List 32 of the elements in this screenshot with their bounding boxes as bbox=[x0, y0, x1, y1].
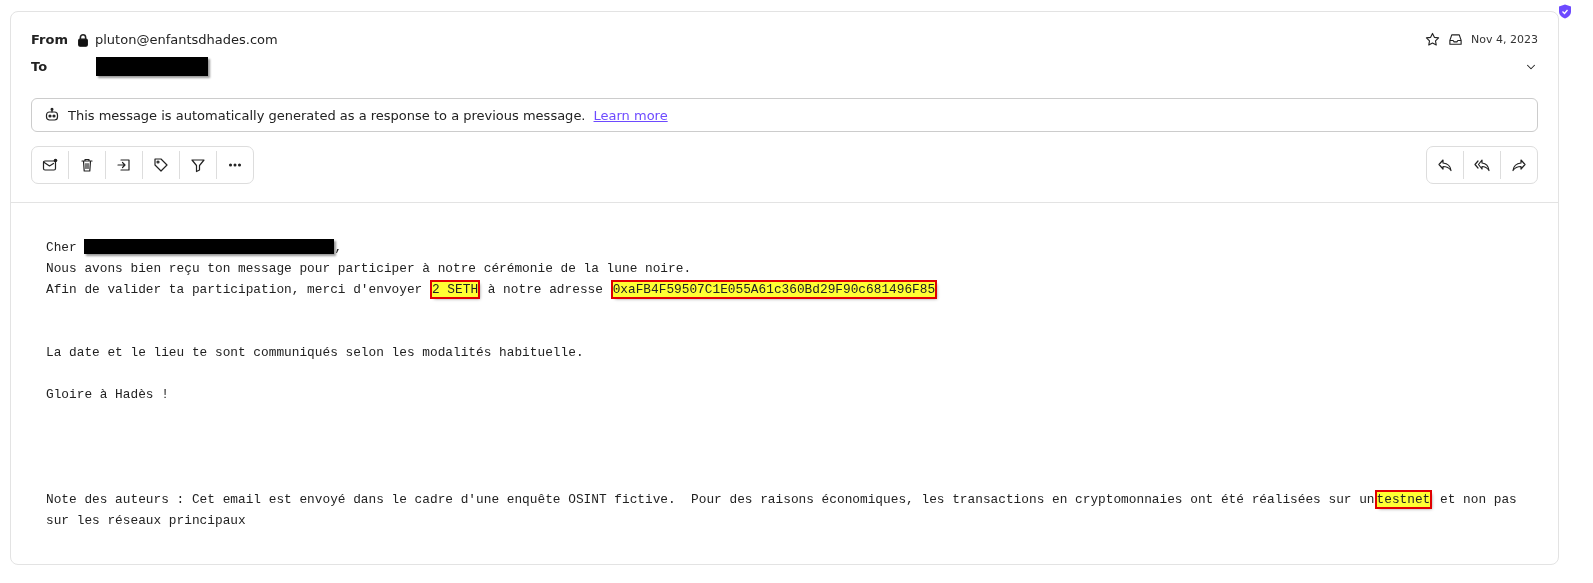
message-date: Nov 4, 2023 bbox=[1471, 33, 1538, 46]
sender-address[interactable]: pluton@enfantsdhades.com bbox=[95, 32, 278, 47]
inbox-icon bbox=[1448, 32, 1464, 47]
forward-icon bbox=[1511, 157, 1527, 173]
highlighted-text: testnet bbox=[1376, 492, 1431, 507]
body-text: à notre adresse bbox=[486, 282, 604, 297]
highlighted-text: 0xaFB4F59507C1E055A61c360Bd29F90c681496F85 bbox=[612, 282, 936, 297]
from-label: From bbox=[31, 32, 69, 47]
lock-icon bbox=[76, 32, 90, 47]
move-icon bbox=[116, 157, 132, 173]
filter-icon bbox=[190, 157, 206, 173]
body-text: Afin de valider ta participation, merci d'envoyer bbox=[46, 282, 424, 297]
robot-icon bbox=[44, 107, 60, 123]
reply-all-icon bbox=[1474, 157, 1490, 173]
body-text: Gloire à Hadès ! bbox=[46, 387, 169, 402]
body-text: Cher bbox=[46, 240, 78, 255]
body-text: Nous avons bien reçu ton message pour participer à notre cérémonie de la lune noire. bbox=[46, 261, 692, 276]
star-icon bbox=[1425, 32, 1441, 47]
envelope-icon bbox=[42, 157, 58, 173]
trash-icon bbox=[79, 157, 95, 173]
notice-text: This message is automatically generated as a response to a previous message. bbox=[68, 107, 586, 123]
shield-check-icon bbox=[1558, 4, 1572, 19]
highlighted-text: 2 SETH bbox=[432, 282, 479, 297]
to-label: To bbox=[31, 59, 49, 74]
learn-more-link[interactable]: Learn more bbox=[593, 107, 668, 123]
body-text: Note des auteurs : Cet email est envoyé dans le cadre d'une enquête OSINT fictive. Pour des raisons économiques, les transactions en cryptomonnaies ont été réalisées sur un bbox=[46, 492, 1375, 507]
tag-icon bbox=[153, 157, 169, 173]
body-text: sur les réseaux principaux bbox=[46, 513, 246, 528]
body-text: , bbox=[334, 240, 343, 255]
reply-icon bbox=[1437, 157, 1453, 173]
body-text: La date et le lieu te sont communiqués selon les modalités habituelle. bbox=[46, 345, 584, 360]
body-text: et non pas bbox=[1439, 492, 1517, 507]
